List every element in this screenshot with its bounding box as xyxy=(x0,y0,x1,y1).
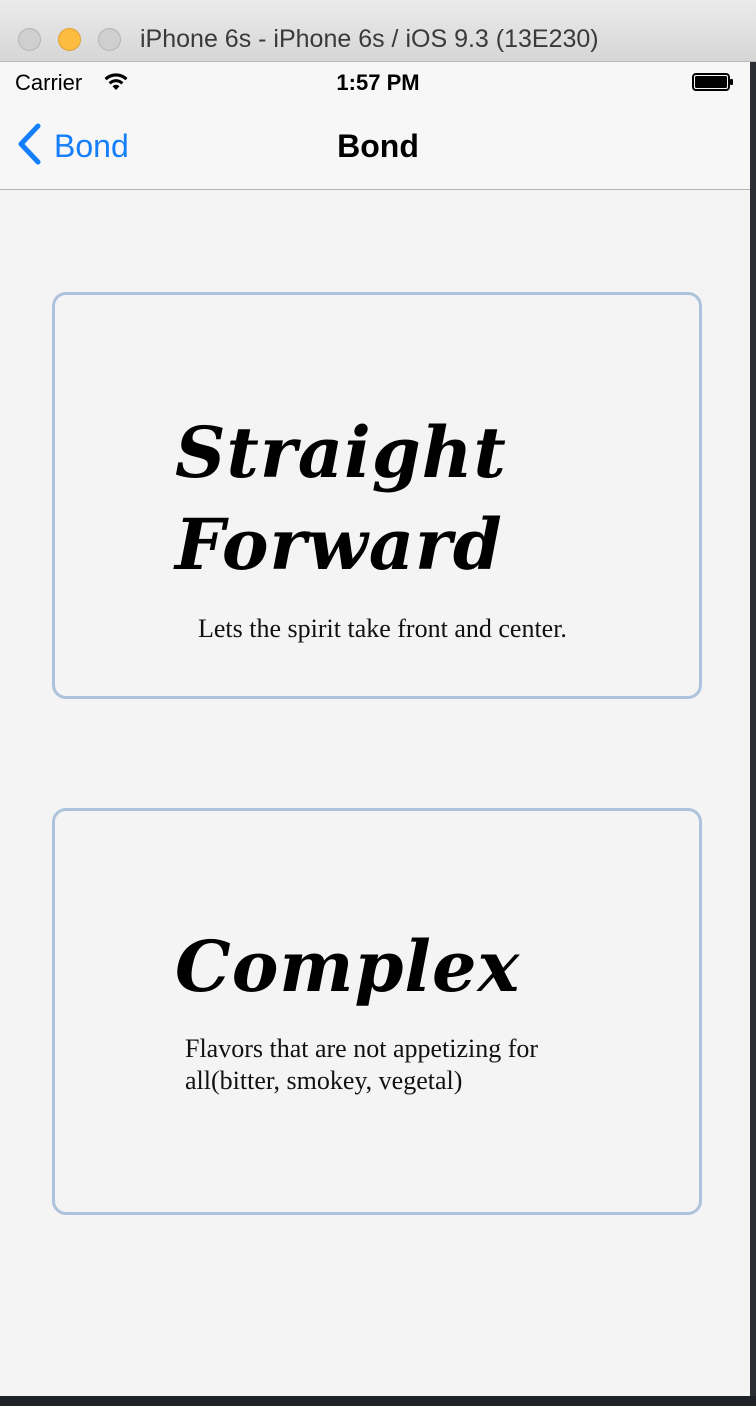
desktop-edge xyxy=(750,62,756,1396)
minimize-window-button[interactable] xyxy=(58,28,81,51)
simulator-window: iPhone 6s - iPhone 6s / iOS 9.3 (13E230)… xyxy=(0,0,756,1406)
card-heading: Complex xyxy=(175,925,521,1008)
navigation-bar: Bond Bond xyxy=(0,102,756,190)
complex-card[interactable]: Complex Flavors that are not appetizing … xyxy=(52,808,702,1215)
desktop-edge xyxy=(0,1396,756,1406)
page-title: Bond xyxy=(337,128,419,164)
status-bar: Carrier 1:57 PM xyxy=(0,62,756,102)
zoom-window-button[interactable] xyxy=(98,28,121,51)
device-screen: Carrier 1:57 PM Bond Bond Straight Forwa… xyxy=(0,62,756,1396)
close-window-button[interactable] xyxy=(18,28,41,51)
status-time: 1:57 PM xyxy=(336,70,420,95)
straight-forward-card[interactable]: Straight Forward Lets the spirit take fr… xyxy=(52,292,702,699)
card-heading: Straight Forward xyxy=(175,411,507,586)
card-description: Flavors that are not appetizing for all(… xyxy=(185,1034,539,1095)
card-description: Lets the spirit take front and center. xyxy=(198,614,567,643)
window-titlebar[interactable]: iPhone 6s - iPhone 6s / iOS 9.3 (13E230) xyxy=(0,0,756,62)
window-title: iPhone 6s - iPhone 6s / iOS 9.3 (13E230) xyxy=(140,25,599,53)
battery-icon xyxy=(692,73,734,91)
